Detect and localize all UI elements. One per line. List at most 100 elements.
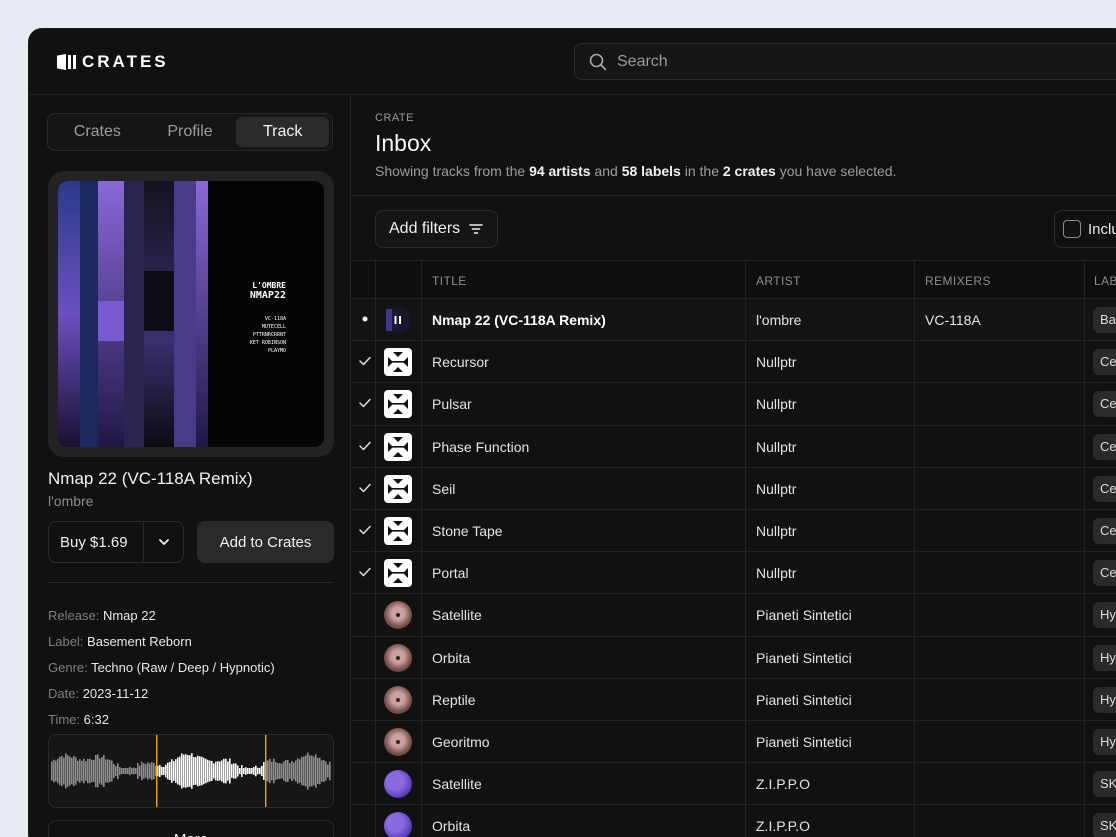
more-button[interactable]: More bbox=[48, 820, 334, 837]
meta-label-value[interactable]: Basement Reborn bbox=[87, 634, 192, 649]
pause-button[interactable] bbox=[384, 306, 412, 334]
column-label[interactable]: LAB bbox=[1094, 274, 1116, 288]
label-chip[interactable]: Ce bbox=[1093, 475, 1116, 502]
tab-crates[interactable]: Crates bbox=[51, 117, 144, 147]
album-art-thumbnail[interactable] bbox=[384, 685, 412, 714]
label-chip[interactable]: Hy bbox=[1093, 728, 1116, 755]
column-remixers[interactable]: REMIXERS bbox=[925, 274, 991, 288]
waveform-marker bbox=[156, 735, 158, 807]
track-title-cell[interactable]: Portal bbox=[432, 565, 469, 581]
track-title-cell[interactable]: Satellite bbox=[432, 776, 482, 792]
remixers-cell: VC-118A bbox=[925, 312, 981, 328]
artist-cell[interactable]: Pianeti Sintetici bbox=[756, 734, 852, 750]
artist-cell[interactable]: Pianeti Sintetici bbox=[756, 692, 852, 708]
label-chip[interactable]: Hy bbox=[1093, 602, 1116, 629]
check-icon bbox=[358, 395, 372, 411]
artist-cell[interactable]: Pianeti Sintetici bbox=[756, 607, 852, 623]
track-title-cell[interactable]: Stone Tape bbox=[432, 523, 503, 539]
table-row[interactable]: Nmap 22 (VC-118A Remix) l'ombre VC-118A Ba bbox=[351, 299, 1116, 342]
album-art-thumbnail[interactable] bbox=[384, 474, 412, 503]
album-art-thumbnail[interactable] bbox=[384, 643, 412, 672]
label-chip[interactable]: Hy bbox=[1093, 686, 1116, 713]
waveform-player[interactable] bbox=[48, 734, 334, 808]
tab-track[interactable]: Track bbox=[236, 117, 330, 147]
table-row[interactable]: Satellite Z.I.P.P.O SK bbox=[351, 763, 1116, 806]
add-to-crates-button[interactable]: Add to Crates bbox=[197, 521, 334, 563]
label-chip[interactable]: Ce bbox=[1093, 433, 1116, 460]
add-filters-button[interactable]: Add filters bbox=[375, 210, 498, 248]
include-checkbox[interactable] bbox=[1063, 220, 1081, 238]
artist-cell[interactable]: Z.I.P.P.O bbox=[756, 818, 810, 834]
track-title-cell[interactable]: Seil bbox=[432, 481, 455, 497]
track-title-cell[interactable]: Satellite bbox=[432, 607, 482, 623]
waveform-bar bbox=[79, 759, 81, 783]
artist-cell[interactable]: Nullptr bbox=[756, 523, 796, 539]
album-art-thumbnail[interactable] bbox=[384, 432, 412, 461]
label-chip[interactable]: Ce bbox=[1093, 560, 1116, 587]
waveform-bar bbox=[109, 759, 111, 783]
track-title-cell[interactable]: Recursor bbox=[432, 354, 489, 370]
waveform-bar bbox=[75, 757, 77, 785]
artist-cell[interactable]: l'ombre bbox=[756, 312, 801, 328]
track-title-cell[interactable]: Georitmo bbox=[432, 734, 490, 750]
meta-release-value[interactable]: Nmap 22 bbox=[103, 608, 156, 623]
label-chip[interactable]: Ce bbox=[1093, 349, 1116, 376]
album-art-thumbnail[interactable] bbox=[384, 559, 412, 588]
table-row[interactable]: Georitmo Pianeti Sintetici Hy bbox=[351, 720, 1116, 764]
artist-cell[interactable]: Nullptr bbox=[756, 481, 796, 497]
table-row[interactable]: Satellite Pianeti Sintetici Hy bbox=[351, 594, 1116, 637]
table-row[interactable]: Orbita Z.I.P.P.O SK bbox=[351, 805, 1116, 837]
table-row[interactable]: Reptile Pianeti Sintetici Hy bbox=[351, 678, 1116, 721]
buy-options-button[interactable] bbox=[143, 522, 183, 562]
waveform-bar bbox=[131, 768, 133, 774]
artist-cell[interactable]: Pianeti Sintetici bbox=[756, 650, 852, 666]
waveform-bar bbox=[95, 754, 97, 788]
waveform-bar bbox=[151, 761, 153, 781]
label-chip[interactable]: Hy bbox=[1093, 644, 1116, 671]
waveform-bar bbox=[219, 761, 221, 781]
waveform-bar bbox=[183, 754, 185, 788]
column-artist[interactable]: ARTIST bbox=[756, 274, 801, 288]
table-row[interactable]: Pulsar Nullptr Ce bbox=[351, 383, 1116, 426]
album-art-thumbnail[interactable] bbox=[384, 812, 412, 837]
tab-profile[interactable]: Profile bbox=[144, 117, 237, 147]
album-art-thumbnail[interactable] bbox=[384, 601, 412, 630]
include-toggle[interactable]: Inclu bbox=[1054, 210, 1116, 248]
table-row[interactable]: Recursor Nullptr Ce bbox=[351, 341, 1116, 384]
album-art-thumbnail[interactable] bbox=[384, 770, 412, 799]
waveform-bar bbox=[153, 762, 155, 780]
column-title[interactable]: TITLE bbox=[432, 274, 467, 288]
label-chip[interactable]: Ba bbox=[1093, 307, 1116, 333]
track-title-cell[interactable]: Pulsar bbox=[432, 396, 472, 412]
track-title-cell[interactable]: Orbita bbox=[432, 818, 470, 834]
table-row[interactable]: Stone Tape Nullptr Ce bbox=[351, 509, 1116, 553]
artist-cell[interactable]: Z.I.P.P.O bbox=[756, 776, 810, 792]
search-input[interactable] bbox=[617, 52, 1017, 71]
table-row[interactable]: Seil Nullptr Ce bbox=[351, 467, 1116, 510]
buy-button[interactable]: Buy $1.69 bbox=[49, 534, 143, 551]
search-bar[interactable] bbox=[574, 43, 1116, 80]
track-title-cell[interactable]: Nmap 22 (VC-118A Remix) bbox=[432, 312, 606, 328]
album-art-thumbnail[interactable] bbox=[384, 516, 412, 545]
table-row[interactable]: Portal Nullptr Ce bbox=[351, 552, 1116, 595]
label-chip[interactable]: SK bbox=[1093, 771, 1116, 798]
artist-cell[interactable]: Nullptr bbox=[756, 439, 796, 455]
track-title-cell[interactable]: Reptile bbox=[432, 692, 476, 708]
table-row[interactable]: Phase Function Nullptr Ce bbox=[351, 425, 1116, 468]
waveform[interactable] bbox=[49, 735, 333, 807]
waveform-bar bbox=[253, 767, 255, 775]
brand-logo[interactable]: CRATES bbox=[57, 51, 169, 73]
label-chip[interactable]: SK bbox=[1093, 813, 1116, 837]
album-art-thumbnail[interactable] bbox=[384, 727, 412, 756]
track-title-cell[interactable]: Orbita bbox=[432, 650, 470, 666]
table-row[interactable]: Orbita Pianeti Sintetici Hy bbox=[351, 636, 1116, 679]
artist-cell[interactable]: Nullptr bbox=[756, 565, 796, 581]
track-title-cell[interactable]: Phase Function bbox=[432, 439, 529, 455]
label-chip[interactable]: Ce bbox=[1093, 391, 1116, 418]
artist-cell[interactable]: Nullptr bbox=[756, 354, 796, 370]
track-artist[interactable]: l'ombre bbox=[48, 493, 93, 509]
artist-cell[interactable]: Nullptr bbox=[756, 396, 796, 412]
album-art-thumbnail[interactable] bbox=[384, 348, 412, 377]
album-art-thumbnail[interactable] bbox=[384, 390, 412, 419]
label-chip[interactable]: Ce bbox=[1093, 517, 1116, 544]
